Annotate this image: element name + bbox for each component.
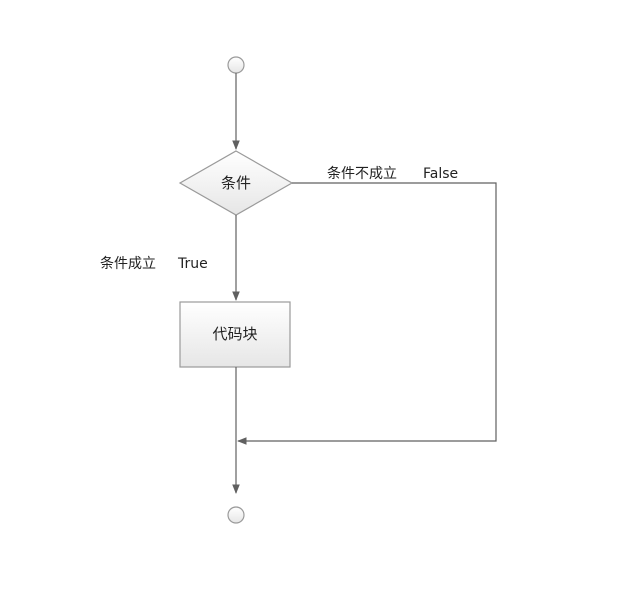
condition-label: 条件 [221,174,251,192]
true-condition-label: 条件成立 [100,255,156,272]
code-block-label: 代码块 [212,325,257,343]
false-value-label: False [423,166,458,182]
flowchart: 条件 条件不成立 False 条件成立 True 代码块 [100,56,497,524]
end-node [227,506,245,524]
false-condition-label: 条件不成立 [327,165,397,182]
true-value-label: True [177,256,208,272]
start-node [227,56,245,74]
